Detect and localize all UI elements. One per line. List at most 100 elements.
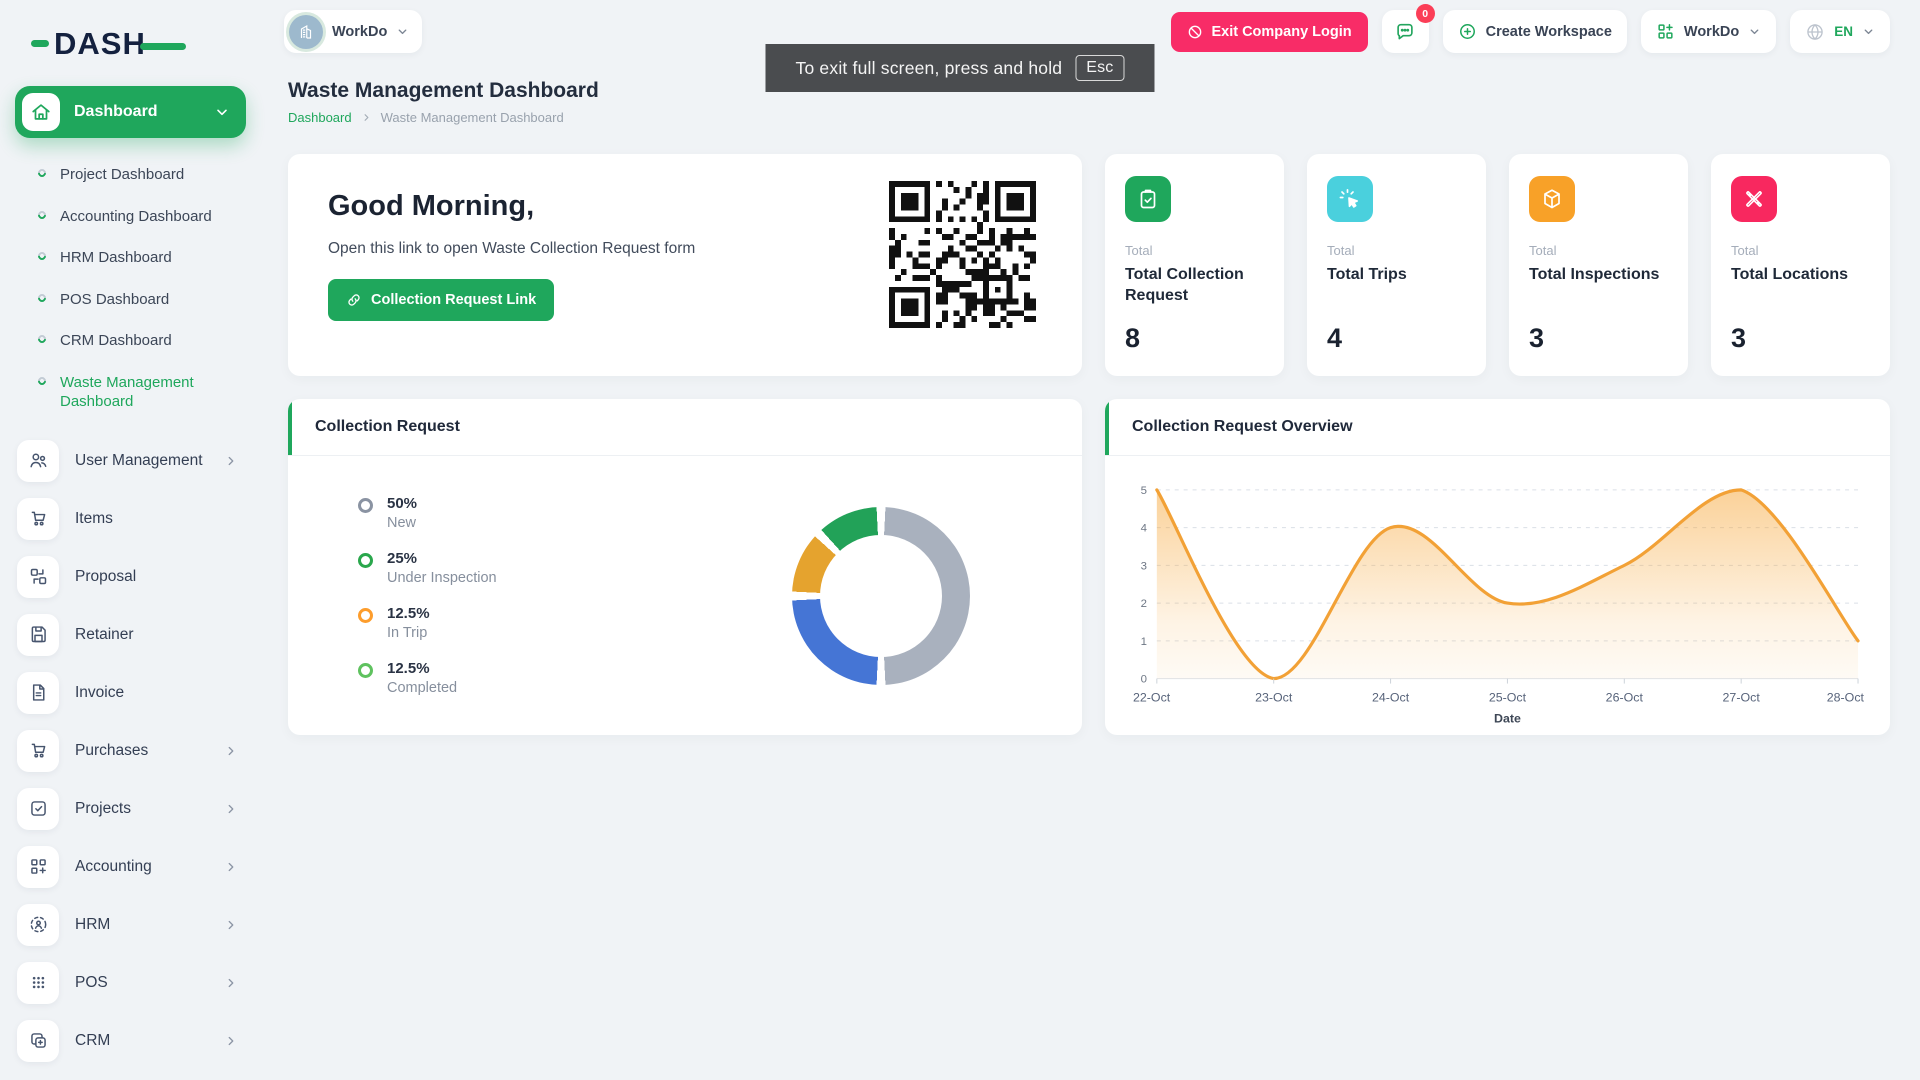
stat-label: Total Inspections [1529, 265, 1668, 286]
sidebar-item-invoice[interactable]: Invoice [15, 665, 246, 721]
legend-value: 25% [387, 550, 497, 567]
legend-label: New [387, 515, 417, 531]
sidebar-subitem-waste-management-dashboard[interactable]: Waste Management Dashboard [15, 362, 246, 423]
overlap-squares-icon [17, 1020, 59, 1062]
save-disk-icon [17, 614, 59, 656]
sidebar-subitem-hrm-dashboard[interactable]: HRM Dashboard [15, 237, 246, 279]
stat-card-total-locations: Total Total Locations 3 [1711, 154, 1890, 376]
bullet-icon [36, 209, 47, 220]
chevron-right-icon [224, 976, 238, 990]
collection-request-link-button[interactable]: Collection Request Link [328, 279, 554, 321]
chevron-down-icon [396, 25, 409, 38]
dots-grid-icon [17, 962, 59, 1004]
exit-company-login-button[interactable]: Exit Company Login [1171, 12, 1367, 52]
sidebar-item-pos[interactable]: POS [15, 955, 246, 1011]
sidebar-subitem-label: Waste Management Dashboard [60, 373, 238, 412]
sidebar-subitem-label: Accounting Dashboard [60, 207, 212, 227]
legend-label: Under Inspection [387, 570, 497, 586]
collection-request-link-label: Collection Request Link [371, 292, 536, 308]
legend-item-under-inspection: 25% Under Inspection [358, 550, 497, 586]
legend-item-in-trip: 12.5% In Trip [358, 605, 497, 641]
exit-button-label: Exit Company Login [1211, 24, 1351, 40]
crossed-tools-icon [1731, 176, 1777, 222]
chevron-down-icon [1748, 25, 1761, 38]
collection-overview-area-chart: 012345 22-Oct23-Oct24-Oct25-Oct26-Oct27-… [1105, 456, 1890, 735]
collection-request-donut-chart [792, 507, 970, 685]
create-workspace-button[interactable]: Create Workspace [1443, 10, 1627, 53]
workdo-apps-menu[interactable]: WorkDo [1641, 10, 1776, 53]
sidebar-item-projects[interactable]: Projects [15, 781, 246, 837]
sidebar-item-proposal[interactable]: Proposal [15, 549, 246, 605]
breadcrumb-dashboard-link[interactable]: Dashboard [288, 110, 352, 125]
logo-dash-right [140, 43, 186, 50]
svg-text:2: 2 [1141, 598, 1147, 610]
sidebar-item-hrm[interactable]: HRM [15, 897, 246, 953]
workspace-avatar [289, 15, 323, 49]
sidebar-item-accounting[interactable]: Accounting [15, 839, 246, 895]
home-icon [22, 93, 60, 131]
chevron-down-icon [214, 104, 230, 120]
messages-button[interactable]: 0 [1382, 10, 1429, 53]
language-code: EN [1834, 24, 1853, 39]
card-title: Collection Request [288, 399, 1082, 456]
main-content: Waste Management Dashboard Dashboard Was… [258, 61, 1920, 755]
fullscreen-exit-text: To exit full screen, press and hold [795, 58, 1062, 79]
svg-text:24-Oct: 24-Oct [1372, 690, 1410, 704]
stat-kicker: Total [1327, 243, 1466, 258]
stat-kicker: Total [1529, 243, 1668, 258]
sidebar-item-purchases[interactable]: Purchases [15, 723, 246, 779]
cart-icon [17, 498, 59, 540]
chevron-right-icon [224, 802, 238, 816]
invoice-document-icon [17, 672, 59, 714]
stat-card-total-inspections: Total Total Inspections 3 [1509, 154, 1688, 376]
sidebar-subitem-accounting-dashboard[interactable]: Accounting Dashboard [15, 196, 246, 238]
sidebar-item-retainer[interactable]: Retainer [15, 607, 246, 663]
dashboard-sub-list: Project Dashboard Accounting Dashboard H… [15, 138, 246, 431]
legend-ring-icon [358, 553, 373, 568]
sidebar-item-label: Proposal [75, 568, 238, 586]
language-selector[interactable]: EN [1790, 10, 1890, 53]
proposal-icon [17, 556, 59, 598]
create-workspace-label: Create Workspace [1486, 24, 1612, 40]
bullet-icon [36, 375, 47, 386]
users-icon [17, 440, 59, 482]
stat-label: Total Locations [1731, 265, 1870, 286]
sidebar-item-label: Dashboard [74, 103, 200, 121]
chevron-right-icon [361, 112, 372, 123]
workspace-switcher[interactable]: WorkDo [284, 10, 422, 53]
sidebar-item-label: HRM [75, 916, 208, 934]
legend-label: In Trip [387, 625, 430, 641]
sidebar-subitem-project-dashboard[interactable]: Project Dashboard [15, 154, 246, 196]
sidebar-subitem-label: CRM Dashboard [60, 331, 172, 351]
sidebar-item-label: CRM [75, 1032, 208, 1050]
bullet-icon [36, 167, 47, 178]
stat-value: 8 [1125, 323, 1264, 354]
hrm-person-icon [17, 904, 59, 946]
chevron-right-icon [224, 918, 238, 932]
legend-value: 12.5% [387, 605, 430, 622]
card-title: Collection Request Overview [1105, 399, 1890, 456]
legend-label: Completed [387, 680, 457, 696]
sidebar-item-items[interactable]: Items [15, 491, 246, 547]
stat-value: 4 [1327, 323, 1466, 354]
sidebar-item-user-management[interactable]: User Management [15, 433, 246, 489]
fullscreen-exit-notice: To exit full screen, press and hold Esc [765, 44, 1154, 92]
sidebar-subitem-pos-dashboard[interactable]: POS Dashboard [15, 279, 246, 321]
legend-item-new: 50%New [358, 495, 497, 531]
sidebar-item-label: POS [75, 974, 208, 992]
sidebar-item-crm[interactable]: CRM [15, 1013, 246, 1069]
sidebar-item-dashboard[interactable]: Dashboard [15, 86, 246, 138]
chevron-right-icon [224, 454, 238, 468]
sidebar-item-label: Invoice [75, 684, 238, 702]
prohibition-icon [1187, 24, 1203, 40]
stat-value: 3 [1529, 323, 1668, 354]
grid-plus-icon [17, 846, 59, 888]
apps-grid-icon [1656, 22, 1675, 41]
chevron-right-icon [224, 1034, 238, 1048]
svg-text:3: 3 [1141, 560, 1147, 572]
link-icon [346, 292, 362, 308]
legend-item-completed: 12.5%Completed [358, 660, 497, 696]
legend-ring-icon [358, 498, 373, 513]
stat-card-total-trips: Total Total Trips 4 [1307, 154, 1486, 376]
sidebar-subitem-crm-dashboard[interactable]: CRM Dashboard [15, 320, 246, 362]
